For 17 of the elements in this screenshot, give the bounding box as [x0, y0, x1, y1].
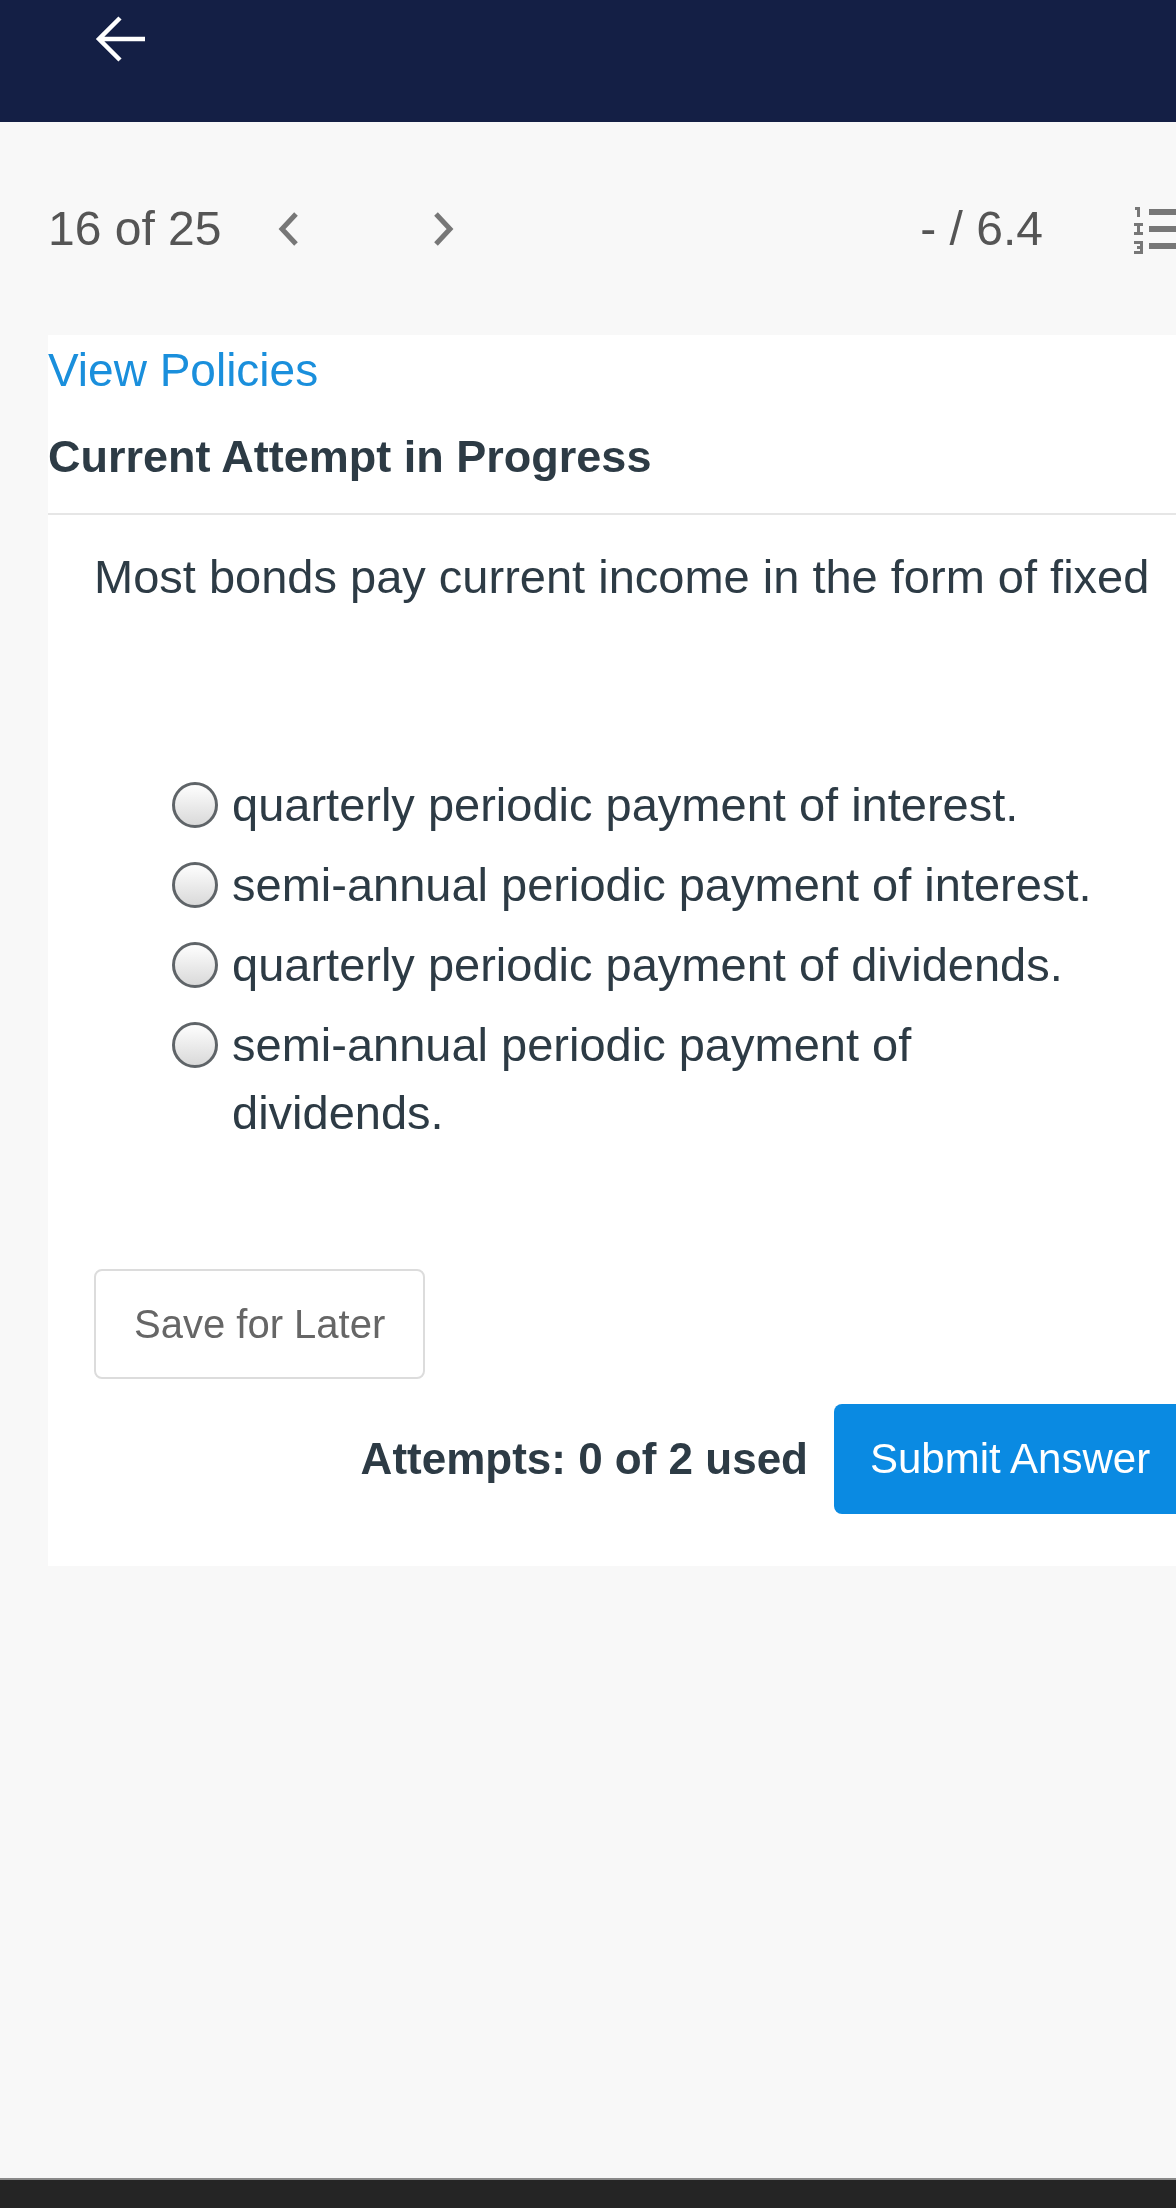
submit-answer-button[interactable]: Submit Answer: [834, 1404, 1176, 1514]
attempt-heading: Current Attempt in Progress: [48, 431, 653, 483]
answer-option[interactable]: semi-annual periodic payment of dividends.: [232, 1011, 1112, 1147]
answer-option[interactable]: quarterly periodic payment of interest.: [232, 771, 1112, 839]
back-arrow-icon[interactable]: [94, 14, 148, 64]
view-policies-link[interactable]: View Policies: [48, 344, 319, 396]
question-counter: 16 of 25: [47, 201, 223, 256]
radio-button[interactable]: [172, 1022, 218, 1068]
answer-option[interactable]: semi-annual periodic payment of interest.: [232, 851, 1112, 919]
save-for-later-button[interactable]: Save for Later: [94, 1269, 426, 1379]
answer-option[interactable]: quarterly periodic payment of dividends.: [232, 931, 1112, 999]
radio-button[interactable]: [172, 782, 218, 828]
radio-button[interactable]: [172, 862, 218, 908]
score-text: - / 6.4: [920, 201, 1043, 256]
radio-button[interactable]: [172, 942, 218, 988]
question-text: Most bonds pay current income in the form of fixed: [94, 551, 1151, 603]
attempts-counter: Attempts: 0 of 2 used: [360, 1434, 808, 1484]
